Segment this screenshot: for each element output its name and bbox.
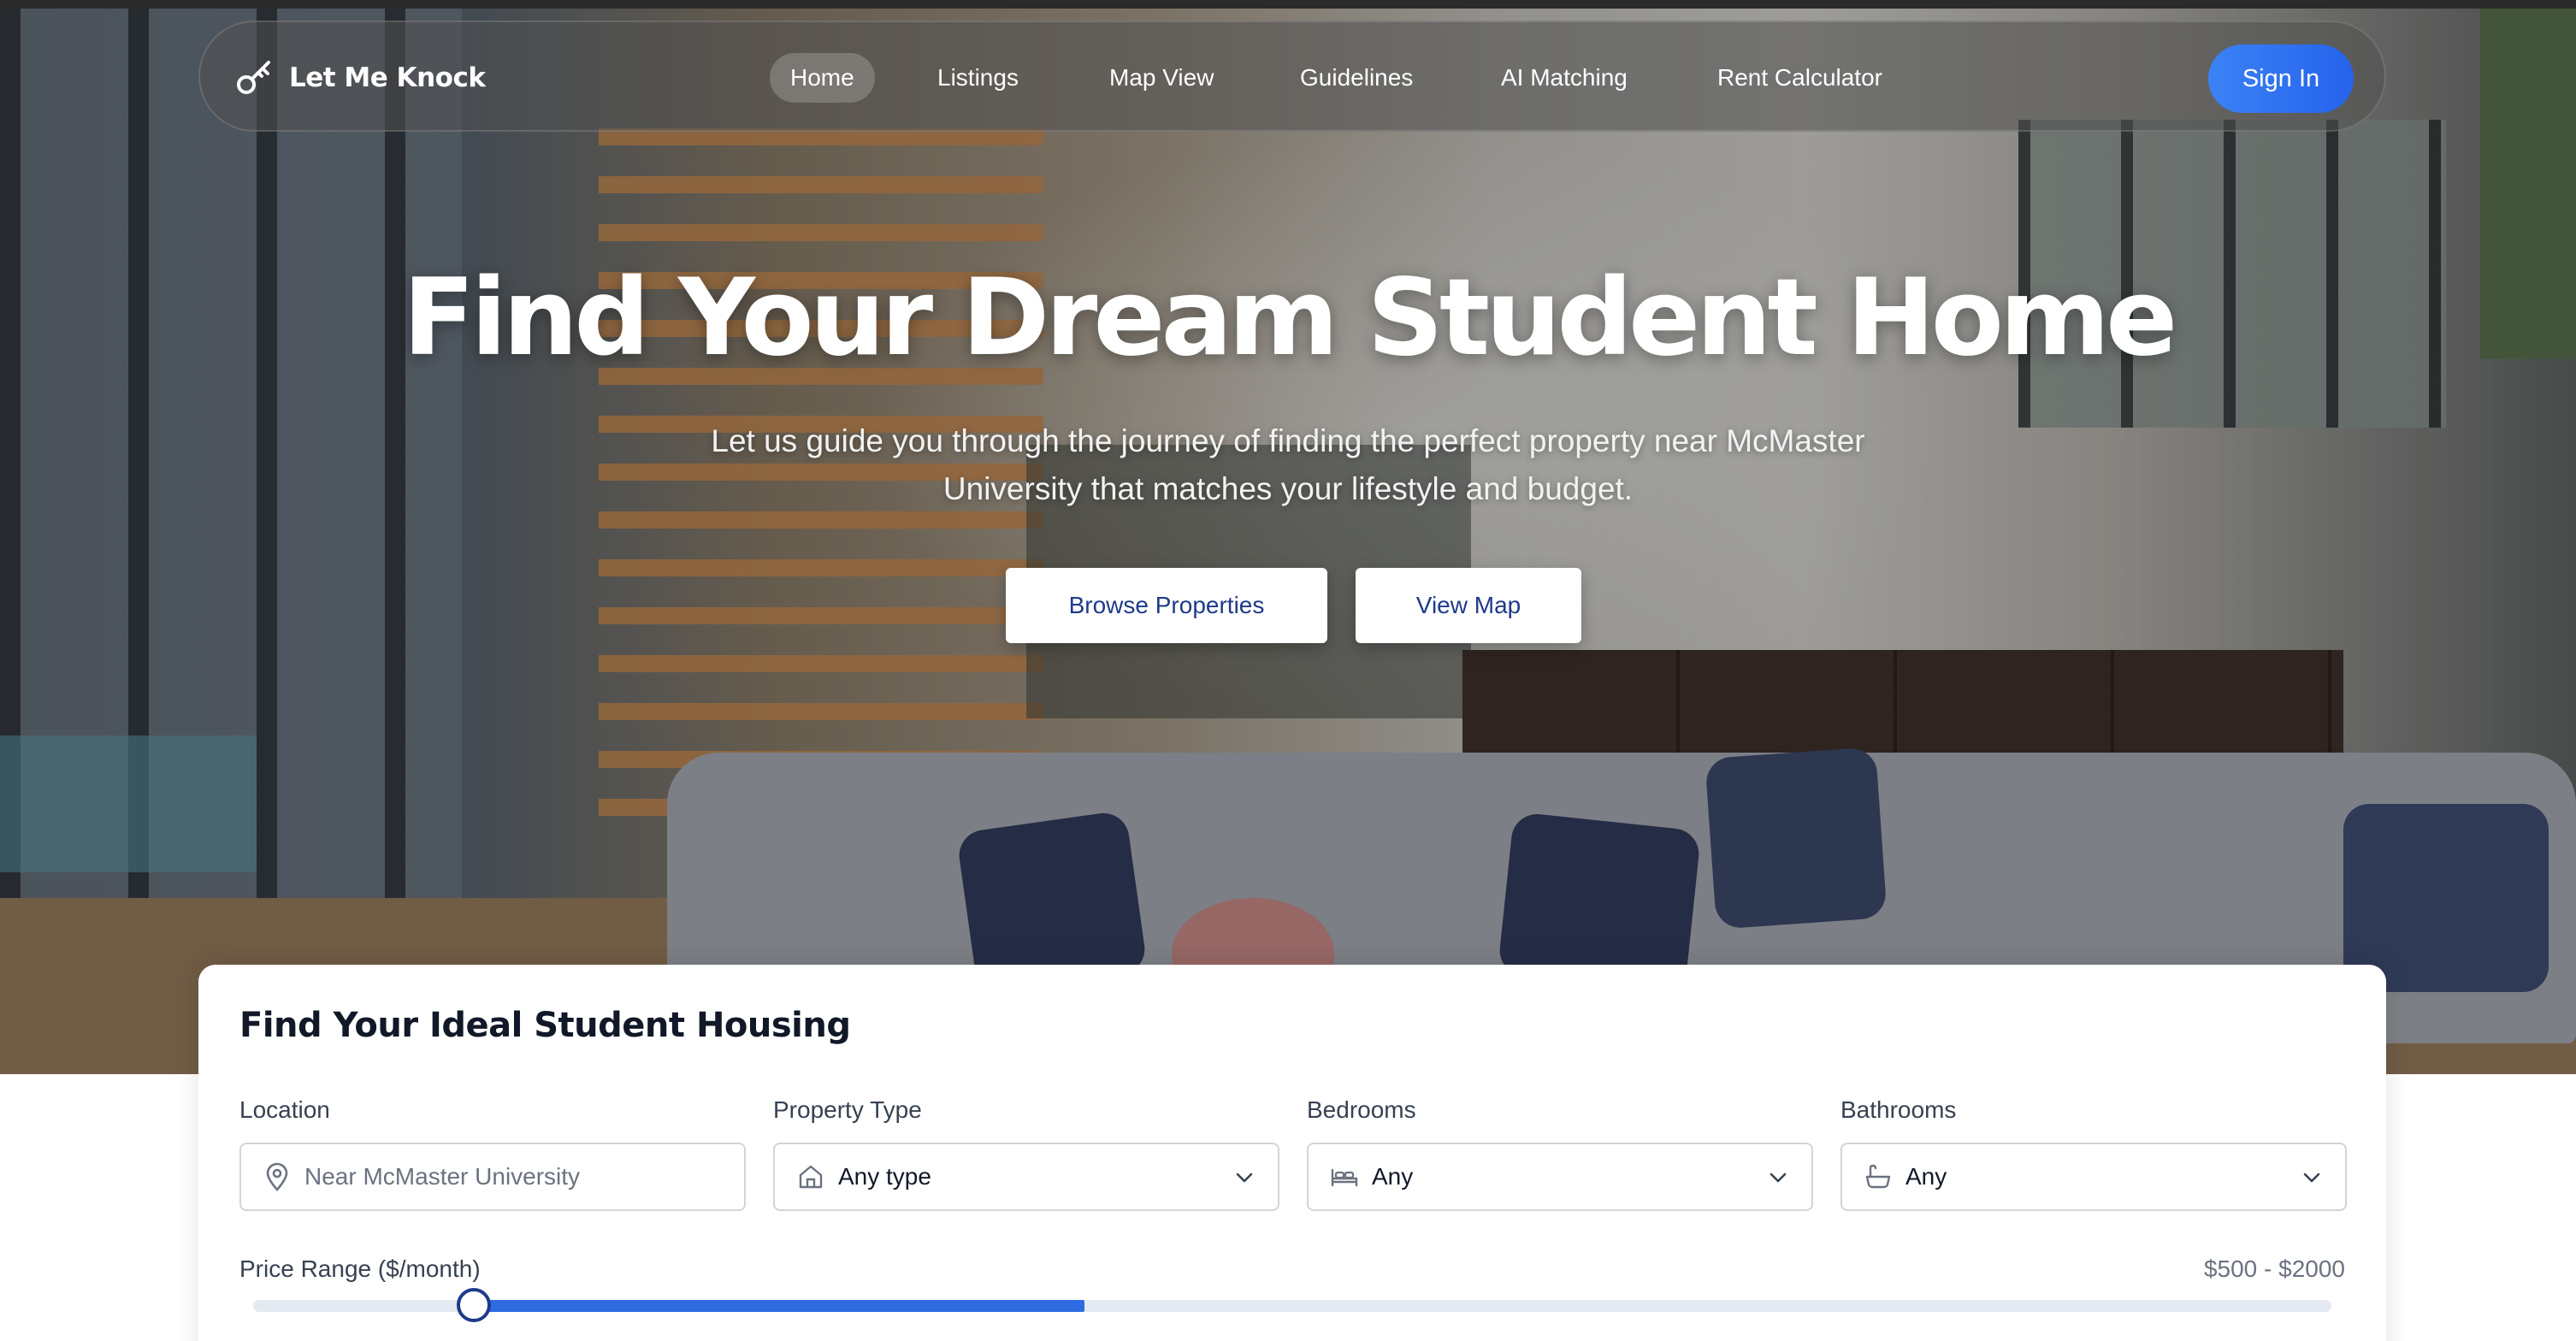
property-type-label: Property Type (773, 1096, 922, 1123)
property-type-select[interactable]: Any type (773, 1143, 1279, 1211)
hero-background-image (0, 0, 2576, 1074)
bedrooms-label: Bedrooms (1307, 1096, 1416, 1123)
nav-map-view[interactable]: Map View (1089, 53, 1234, 103)
chevron-down-icon (2303, 1173, 2320, 1183)
bathrooms-label: Bathrooms (1840, 1096, 1957, 1123)
chevron-down-icon (1770, 1173, 1787, 1183)
navbar: Let Me Knock Home Listings Map View Guid… (198, 21, 2386, 132)
price-range-min-handle[interactable] (456, 1288, 491, 1322)
price-range-value: $500 - $2000 (2203, 1255, 2345, 1282)
browser-top-edge (0, 0, 2576, 9)
bed-icon (1331, 1168, 1358, 1187)
browse-properties-button[interactable]: Browse Properties (1006, 568, 1327, 643)
bathrooms-value: Any (1905, 1163, 1947, 1190)
bath-icon (1865, 1164, 1891, 1189)
location-input[interactable] (304, 1156, 715, 1197)
hero-title: Find Your Dream Student Home (402, 257, 2178, 380)
chevron-down-icon (1236, 1173, 1253, 1183)
bathrooms-select[interactable]: Any (1840, 1143, 2347, 1211)
home-icon (799, 1165, 823, 1189)
view-map-button[interactable]: View Map (1356, 568, 1581, 643)
location-field[interactable] (239, 1143, 746, 1211)
key-icon (237, 61, 270, 94)
search-card-title: Find Your Ideal Student Housing (239, 1006, 851, 1045)
price-range-label: Price Range ($/month) (239, 1255, 481, 1282)
nav-home[interactable]: Home (770, 53, 875, 103)
sign-in-button[interactable]: Sign In (2208, 44, 2354, 113)
bedrooms-select[interactable]: Any (1307, 1143, 1813, 1211)
property-type-value: Any type (838, 1163, 931, 1190)
hero-subtitle: Let us guide you through the journey of … (711, 423, 1865, 506)
location-label: Location (239, 1096, 330, 1123)
nav-rent-calculator[interactable]: Rent Calculator (1697, 53, 1903, 103)
bedrooms-value: Any (1372, 1163, 1414, 1190)
price-range-slider[interactable] (253, 1288, 2331, 1322)
brand-logo[interactable]: Let Me Knock (234, 55, 486, 101)
brand-name: Let Me Knock (289, 62, 486, 93)
nav-ai-matching[interactable]: AI Matching (1480, 53, 1648, 103)
search-card: Find Your Ideal Student Housing Location… (198, 965, 2386, 1341)
price-range-fill (473, 1300, 1084, 1312)
nav-listings[interactable]: Listings (917, 53, 1039, 103)
map-pin-icon (266, 1162, 288, 1191)
hero-overlay (0, 0, 2576, 1074)
nav-guidelines[interactable]: Guidelines (1279, 53, 1433, 103)
